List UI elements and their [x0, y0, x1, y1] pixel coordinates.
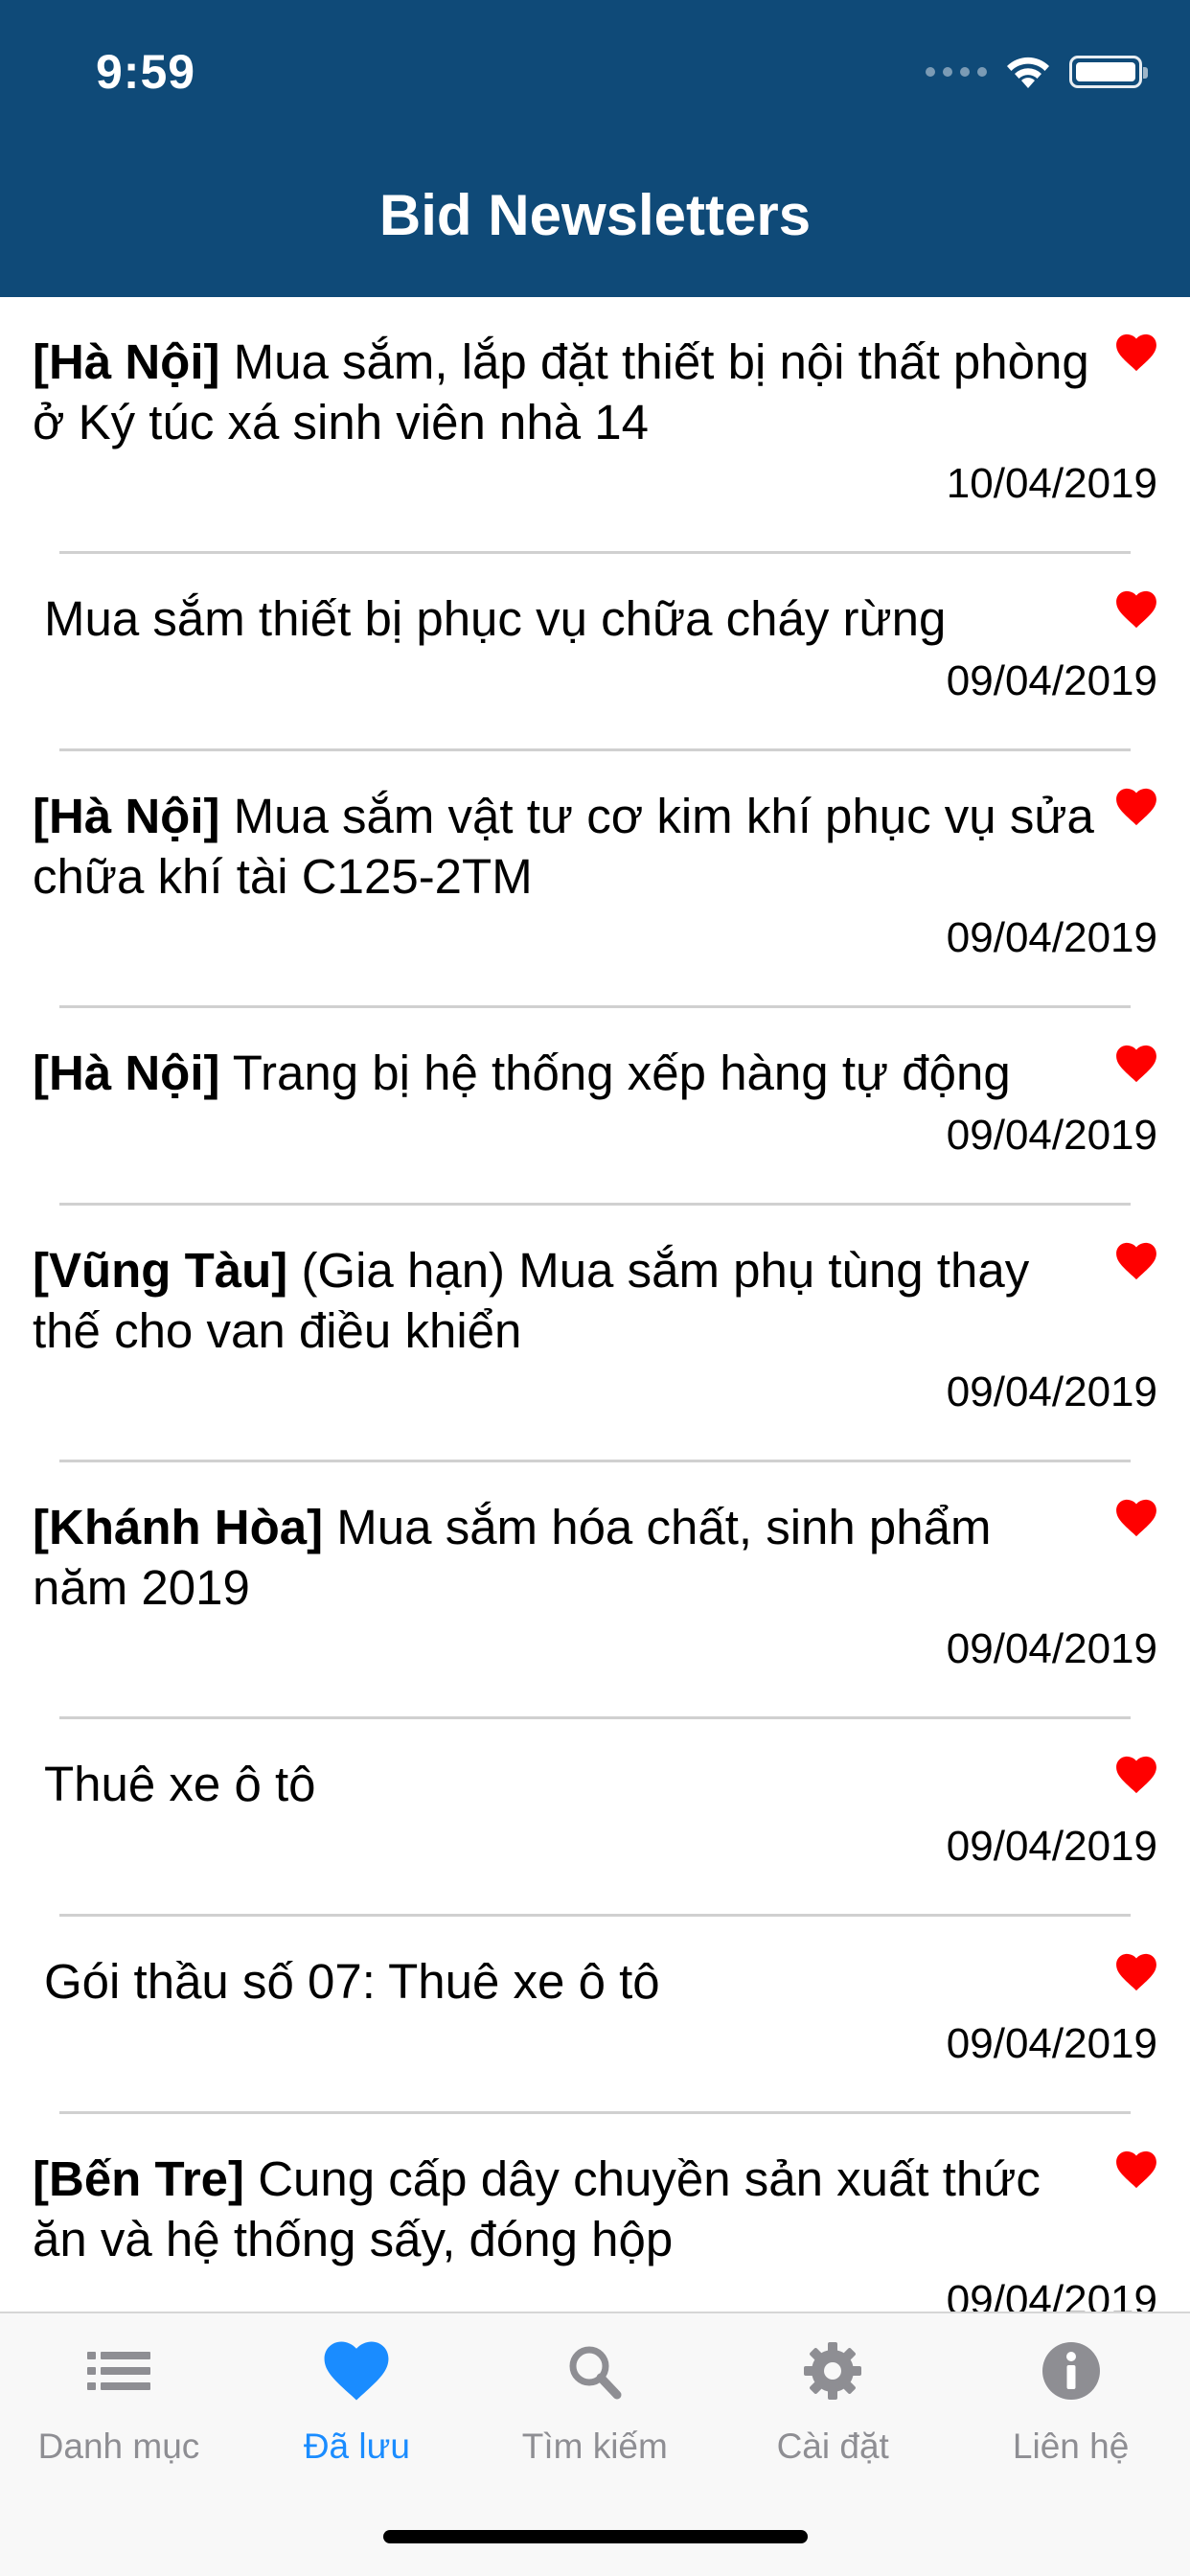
status-time: 9:59: [96, 45, 196, 99]
heart-icon[interactable]: [1115, 590, 1157, 629]
item-date: 09/04/2019: [946, 2020, 1157, 2067]
tab-label: Danh mục: [37, 2426, 200, 2466]
item-title-text: Trang bị hệ thống xếp hàng tự động: [219, 1046, 1011, 1100]
item-date: 09/04/2019: [946, 1823, 1157, 1870]
list-item[interactable]: [Hà Nội] Mua sắm, lắp đặt thiết bị nội t…: [0, 297, 1190, 554]
tab-categories[interactable]: Danh mục: [0, 2313, 238, 2505]
heart-icon[interactable]: [1115, 1499, 1157, 1537]
tab-label: Liên hệ: [1012, 2426, 1130, 2466]
heart-icon[interactable]: [1115, 1045, 1157, 1083]
list-item[interactable]: [Vũng Tàu] (Gia hạn) Mua sắm phụ tùng th…: [0, 1206, 1190, 1462]
tab-saved[interactable]: Đã lưu: [238, 2313, 475, 2505]
list-item[interactable]: Gói thầu số 07: Thuê xe ô tô 09/04/2019: [0, 1917, 1190, 2114]
list-item[interactable]: Mua sắm thiết bị phục vụ chữa cháy rừng 0…: [0, 554, 1190, 751]
tab-label: Tìm kiếm: [521, 2426, 668, 2466]
item-date: 09/04/2019: [946, 657, 1157, 704]
item-title: Gói thầu số 07: Thuê xe ô tô: [44, 1951, 1108, 2012]
heart-icon[interactable]: [1115, 1756, 1157, 1794]
list-item[interactable]: [Khánh Hòa] Mua sắm hóa chất, sinh phẩm …: [0, 1462, 1190, 1719]
item-date: 09/04/2019: [946, 2277, 1157, 2312]
item-location: [Hà Nội]: [33, 334, 220, 389]
item-date: 09/04/2019: [946, 1112, 1157, 1159]
item-location: [Hà Nội]: [33, 789, 220, 843]
page-title: Bid Newsletters: [378, 183, 812, 247]
item-title: [Khánh Hòa] Mua sắm hóa chất, sinh phẩm …: [33, 1497, 1096, 1618]
heart-icon: [321, 2340, 392, 2402]
item-title: [Hà Nội] Mua sắm, lắp đặt thiết bị nội t…: [33, 332, 1096, 452]
gear-icon: [797, 2340, 868, 2402]
item-title-text: Thuê xe ô tô: [44, 1757, 316, 1811]
info-icon: [1036, 2340, 1107, 2402]
tab-label: Cài đặt: [776, 2426, 889, 2466]
list-icon: [83, 2340, 154, 2402]
heart-icon[interactable]: [1115, 1242, 1157, 1280]
item-location: [Hà Nội]: [33, 1046, 220, 1100]
list-item[interactable]: [Hà Nội] Trang bị hệ thống xếp hàng tự đ…: [0, 1008, 1190, 1206]
search-icon: [560, 2340, 630, 2402]
item-title: [Vũng Tàu] (Gia hạn) Mua sắm phụ tùng th…: [33, 1240, 1096, 1361]
item-date: 10/04/2019: [946, 460, 1157, 507]
item-title: [Hà Nội] Mua sắm vật tư cơ kim khí phục …: [33, 786, 1096, 907]
item-location: [Bến Tre]: [33, 2151, 245, 2206]
heart-icon[interactable]: [1115, 2150, 1157, 2189]
newsletter-list[interactable]: [Hà Nội] Mua sắm, lắp đặt thiết bị nội t…: [0, 297, 1190, 2312]
item-title: Thuê xe ô tô: [44, 1754, 1108, 1814]
item-title-text: Gói thầu số 07: Thuê xe ô tô: [44, 1954, 660, 2009]
tab-label: Đã lưu: [303, 2426, 410, 2466]
status-icons: [926, 50, 1148, 94]
item-date: 09/04/2019: [946, 914, 1157, 961]
tab-contact[interactable]: Liên hệ: [952, 2313, 1190, 2505]
heart-icon[interactable]: [1115, 1953, 1157, 1991]
tab-settings[interactable]: Cài đặt: [714, 2313, 951, 2505]
item-date: 09/04/2019: [946, 1625, 1157, 1672]
item-title: [Hà Nội] Trang bị hệ thống xếp hàng tự đ…: [33, 1043, 1096, 1103]
item-title-text: Mua sắm thiết bị phục vụ chữa cháy rừng: [44, 591, 947, 646]
navigation-header: 9:59 Bid Newsletters: [0, 0, 1190, 297]
list-item[interactable]: [Hà Nội] Mua sắm vật tư cơ kim khí phục …: [0, 751, 1190, 1008]
wifi-icon: [1007, 57, 1049, 88]
heart-icon[interactable]: [1115, 334, 1157, 372]
item-title: Mua sắm thiết bị phục vụ chữa cháy rừng: [44, 588, 1108, 649]
item-location: [Khánh Hòa]: [33, 1500, 324, 1554]
item-date: 09/04/2019: [946, 1368, 1157, 1415]
list-item[interactable]: Thuê xe ô tô 09/04/2019: [0, 1719, 1190, 1917]
item-title: [Bến Tre] Cung cấp dây chuyền sản xuất t…: [33, 2149, 1096, 2269]
list-item[interactable]: [Bến Tre] Cung cấp dây chuyền sản xuất t…: [0, 2114, 1190, 2312]
home-indicator: [383, 2530, 808, 2543]
item-location: [Vũng Tàu]: [33, 1243, 288, 1298]
heart-icon[interactable]: [1115, 788, 1157, 826]
battery-icon: [1069, 56, 1148, 88]
signal-icon: [926, 67, 987, 77]
tab-search[interactable]: Tìm kiếm: [476, 2313, 714, 2505]
